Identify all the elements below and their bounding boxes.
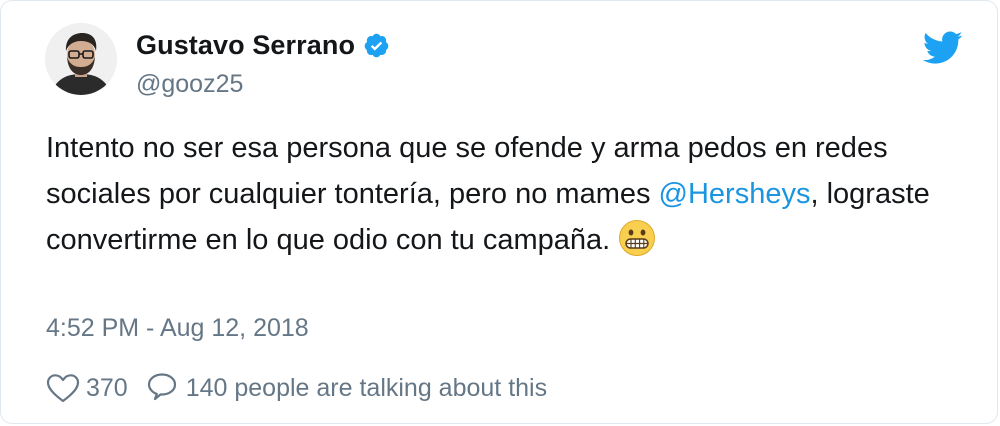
verified-badge-icon [363,32,390,59]
tweet-card[interactable]: Gustavo Serrano @gooz25 Intento no ser e… [0,0,998,424]
user-display-name[interactable]: Gustavo Serrano [136,30,355,61]
tweet-actions: 370 140 people are talking about this [46,368,547,408]
like-button[interactable]: 370 [46,373,128,403]
like-count: 370 [86,373,128,402]
tweet-text: Intento no ser esa persona que se ofende… [46,125,946,263]
twitter-bird-icon[interactable] [922,31,963,65]
avatar[interactable] [45,23,117,95]
speech-bubble-icon [146,372,178,404]
user-handle[interactable]: @gooz25 [136,70,243,99]
reply-button[interactable]: 140 people are talking about this [146,372,547,404]
grimacing-face-emoji-icon [618,219,656,257]
user-name-row: Gustavo Serrano [136,28,390,62]
mention-link[interactable]: @Hersheys [659,178,811,210]
talking-about-count: 140 people are talking about this [185,373,548,402]
tweet-timestamp[interactable]: 4:52 PM - Aug 12, 2018 [46,314,309,343]
heart-icon [46,373,80,403]
